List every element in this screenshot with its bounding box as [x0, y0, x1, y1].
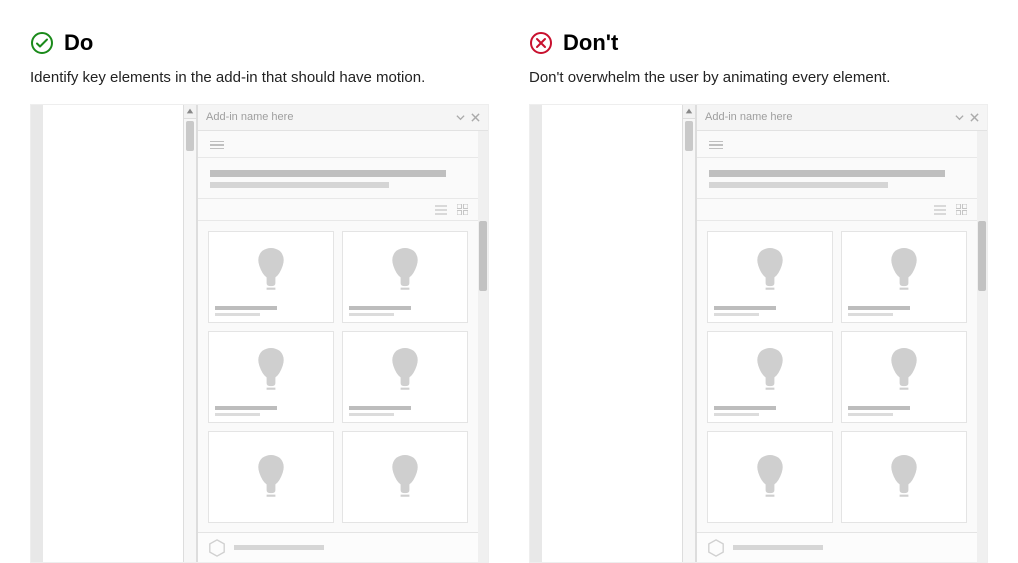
lightbulb-icon	[349, 438, 461, 516]
card-item[interactable]	[342, 431, 468, 523]
do-description: Identify key elements in the add-in that…	[30, 68, 489, 88]
close-icon[interactable]	[471, 113, 480, 122]
scroll-thumb[interactable]	[685, 121, 693, 151]
lightbulb-icon	[848, 438, 960, 516]
document-scrollbar[interactable]	[183, 105, 197, 563]
pane-body	[198, 131, 488, 563]
dont-mock: Add-in name here	[529, 104, 988, 563]
card-item[interactable]	[208, 231, 334, 323]
card-item[interactable]	[707, 231, 833, 323]
scroll-up-icon[interactable]	[184, 105, 196, 119]
chevron-down-icon[interactable]	[955, 113, 964, 122]
lightbulb-icon	[215, 438, 327, 516]
scroll-up-icon[interactable]	[683, 105, 695, 119]
do-column: Do Identify key elements in the add-in t…	[30, 30, 489, 563]
lightbulb-icon	[215, 338, 327, 402]
document-area	[542, 105, 682, 563]
card-item[interactable]	[707, 431, 833, 523]
grid-view-icon[interactable]	[956, 204, 967, 215]
pane-scroll-thumb[interactable]	[978, 221, 986, 291]
do-mock: Add-in name here	[30, 104, 489, 563]
pane-body	[697, 131, 987, 563]
toolbar	[198, 199, 478, 221]
lightbulb-icon	[349, 238, 461, 302]
card-item[interactable]	[342, 231, 468, 323]
pane-content	[198, 131, 478, 563]
pane-scrollbar[interactable]	[478, 131, 488, 563]
card-meta	[848, 406, 960, 416]
card-item[interactable]	[707, 331, 833, 423]
pane-title: Add-in name here	[705, 111, 949, 123]
dont-column: Don't Don't overwhelm the user by animat…	[529, 30, 988, 563]
list-view-icon[interactable]	[435, 205, 447, 215]
hamburger-icon[interactable]	[210, 141, 224, 150]
pane-scroll-thumb[interactable]	[479, 221, 487, 291]
card-grid	[697, 221, 977, 532]
card-grid	[198, 221, 478, 532]
footer-placeholder	[234, 545, 324, 550]
hamburger-row	[198, 131, 478, 159]
lightbulb-icon	[349, 338, 461, 402]
hexagon-icon	[208, 539, 226, 557]
pane-footer	[697, 532, 977, 562]
placeholder-bar	[709, 170, 945, 177]
dont-title: Don't	[563, 30, 618, 56]
placeholder-bar	[210, 170, 446, 177]
card-item[interactable]	[841, 231, 967, 323]
pane-header: Add-in name here	[697, 105, 987, 131]
lightbulb-icon	[714, 438, 826, 516]
hexagon-icon	[707, 539, 725, 557]
card-meta	[848, 306, 960, 316]
card-meta	[349, 306, 461, 316]
scroll-thumb[interactable]	[186, 121, 194, 151]
card-meta	[714, 306, 826, 316]
close-icon[interactable]	[970, 113, 979, 122]
heading-block	[198, 158, 478, 199]
card-meta	[349, 406, 461, 416]
lightbulb-icon	[848, 238, 960, 302]
pane-content	[697, 131, 977, 563]
toolbar	[697, 199, 977, 221]
placeholder-bar	[709, 182, 888, 188]
heading-block	[697, 158, 977, 199]
placeholder-bar	[210, 182, 389, 188]
document-area	[43, 105, 183, 563]
card-meta	[215, 406, 327, 416]
hamburger-row	[697, 131, 977, 159]
pane-scrollbar[interactable]	[977, 131, 987, 563]
lightbulb-icon	[714, 338, 826, 402]
pane-header: Add-in name here	[198, 105, 488, 131]
x-circle-icon	[529, 31, 553, 55]
do-heading: Do	[30, 30, 489, 56]
card-item[interactable]	[841, 431, 967, 523]
grid-view-icon[interactable]	[457, 204, 468, 215]
footer-placeholder	[733, 545, 823, 550]
card-item[interactable]	[208, 331, 334, 423]
lightbulb-icon	[215, 238, 327, 302]
chevron-down-icon[interactable]	[456, 113, 465, 122]
task-pane: Add-in name here	[197, 105, 488, 563]
card-item[interactable]	[208, 431, 334, 523]
lightbulb-icon	[848, 338, 960, 402]
task-pane: Add-in name here	[696, 105, 987, 563]
dont-description: Don't overwhelm the user by animating ev…	[529, 68, 988, 88]
list-view-icon[interactable]	[934, 205, 946, 215]
document-scrollbar[interactable]	[682, 105, 696, 563]
card-item[interactable]	[342, 331, 468, 423]
card-meta	[215, 306, 327, 316]
lightbulb-icon	[714, 238, 826, 302]
do-title: Do	[64, 30, 93, 56]
check-circle-icon	[30, 31, 54, 55]
pane-footer	[198, 532, 478, 562]
pane-title: Add-in name here	[206, 111, 450, 123]
card-meta	[714, 406, 826, 416]
dont-heading: Don't	[529, 30, 988, 56]
hamburger-icon[interactable]	[709, 141, 723, 150]
card-item[interactable]	[841, 331, 967, 423]
